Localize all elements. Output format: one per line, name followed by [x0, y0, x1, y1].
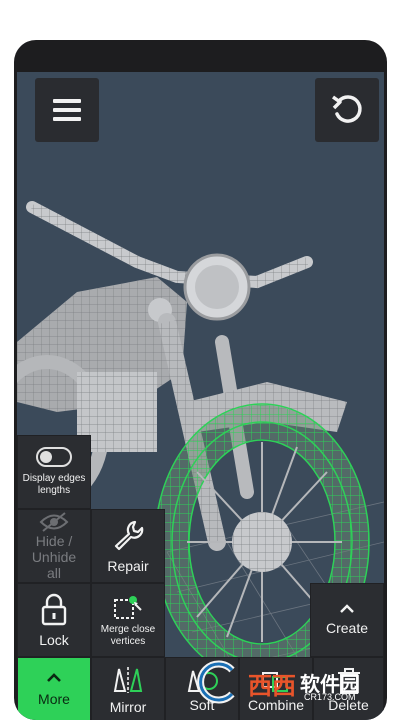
- merge-vertices-button[interactable]: Merge close vertices: [91, 583, 165, 657]
- lock-button[interactable]: Lock: [17, 583, 91, 657]
- display-edges-label: Display edges lengths: [22, 473, 86, 496]
- 3d-viewport[interactable]: Display edges lengths Hide / Unhide all …: [17, 72, 384, 720]
- undo-icon: [331, 95, 362, 123]
- chevron-up-icon: [340, 604, 354, 613]
- lock-label: Lock: [39, 632, 69, 648]
- wrench-icon: [114, 520, 144, 551]
- menu-button[interactable]: [35, 78, 99, 142]
- mirror-button[interactable]: Mirror: [91, 657, 165, 720]
- site-watermark: 西西 软件园 CR173.COM: [192, 660, 382, 704]
- hamburger-menu-icon: [53, 99, 81, 121]
- repair-button[interactable]: Repair: [91, 509, 165, 583]
- chevron-up-icon: [47, 672, 61, 682]
- watermark-url: CR173.COM: [304, 692, 356, 702]
- lock-icon: [41, 593, 67, 626]
- repair-label: Repair: [107, 558, 149, 574]
- watermark-brand: 西西: [248, 672, 296, 700]
- merge-vertices-icon: [114, 596, 142, 619]
- undo-button[interactable]: [315, 78, 379, 142]
- hide-unhide-label: Hide / Unhide all: [31, 533, 77, 581]
- mirror-label: Mirror: [109, 698, 147, 715]
- mirror-icon: [113, 666, 143, 693]
- create-label: Create: [325, 620, 369, 636]
- toggle-switch[interactable]: [36, 447, 72, 467]
- merge-vertices-label: Merge close vertices: [100, 624, 156, 647]
- create-button[interactable]: Create: [310, 583, 384, 657]
- more-button[interactable]: More: [17, 657, 91, 720]
- more-label: More: [38, 690, 70, 707]
- device-frame: Display edges lengths Hide / Unhide all …: [14, 40, 387, 720]
- hide-unhide-button[interactable]: Hide / Unhide all: [17, 509, 91, 583]
- eye-slash-icon: [39, 512, 69, 532]
- display-edges-toggle[interactable]: Display edges lengths: [17, 435, 91, 509]
- watermark-logo-icon: [197, 660, 235, 704]
